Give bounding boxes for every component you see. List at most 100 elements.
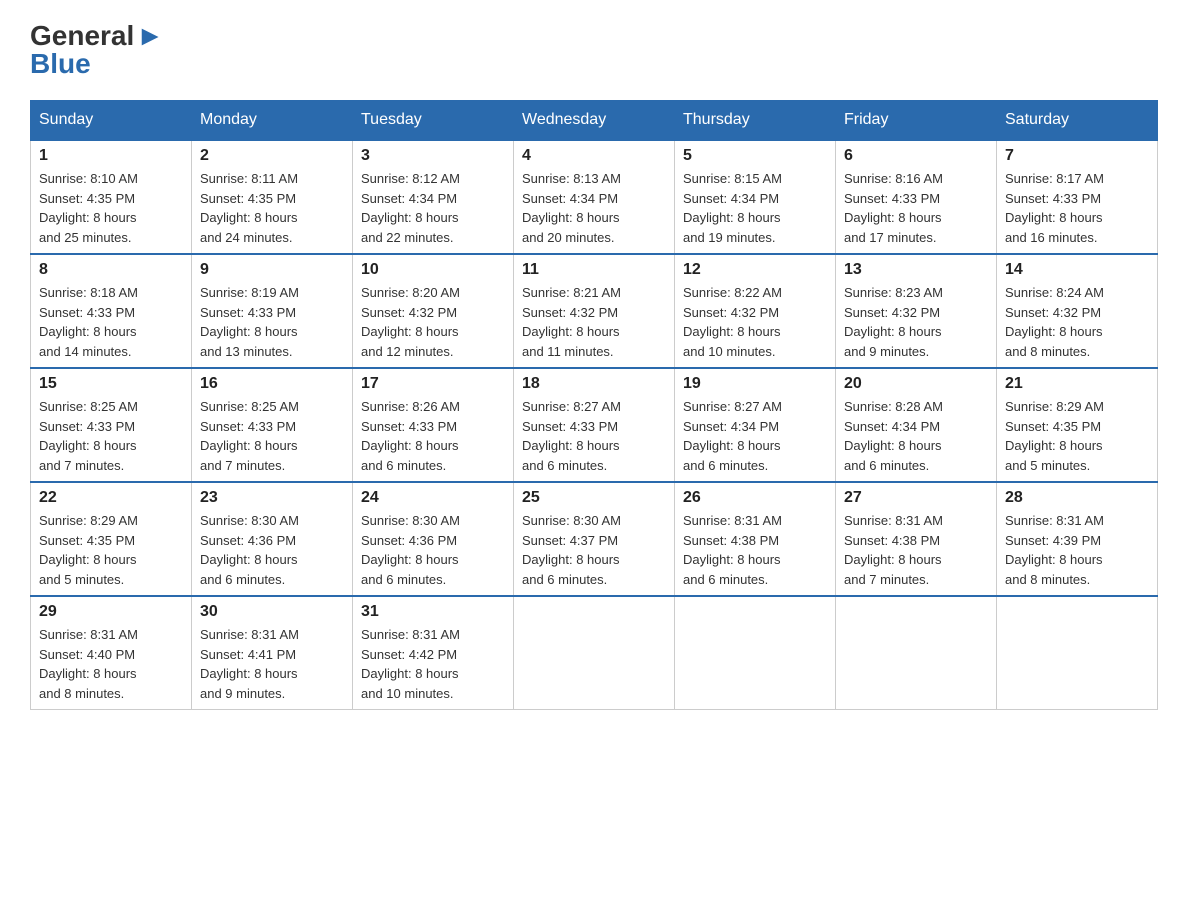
day-header-sunday: Sunday xyxy=(31,101,192,141)
day-number: 28 xyxy=(1005,489,1149,507)
table-row: 13 Sunrise: 8:23 AM Sunset: 4:32 PM Dayl… xyxy=(836,254,997,368)
day-info: Sunrise: 8:13 AM Sunset: 4:34 PM Dayligh… xyxy=(522,169,666,247)
day-info: Sunrise: 8:31 AM Sunset: 4:40 PM Dayligh… xyxy=(39,625,183,703)
day-number: 22 xyxy=(39,489,183,507)
table-row: 14 Sunrise: 8:24 AM Sunset: 4:32 PM Dayl… xyxy=(997,254,1158,368)
day-info: Sunrise: 8:24 AM Sunset: 4:32 PM Dayligh… xyxy=(1005,283,1149,361)
table-row: 31 Sunrise: 8:31 AM Sunset: 4:42 PM Dayl… xyxy=(353,596,514,710)
logo-arrow-icon: ► xyxy=(136,20,164,52)
day-info: Sunrise: 8:27 AM Sunset: 4:33 PM Dayligh… xyxy=(522,397,666,475)
table-row: 8 Sunrise: 8:18 AM Sunset: 4:33 PM Dayli… xyxy=(31,254,192,368)
day-info: Sunrise: 8:26 AM Sunset: 4:33 PM Dayligh… xyxy=(361,397,505,475)
day-info: Sunrise: 8:28 AM Sunset: 4:34 PM Dayligh… xyxy=(844,397,988,475)
table-row: 3 Sunrise: 8:12 AM Sunset: 4:34 PM Dayli… xyxy=(353,140,514,254)
day-info: Sunrise: 8:11 AM Sunset: 4:35 PM Dayligh… xyxy=(200,169,344,247)
day-number: 25 xyxy=(522,489,666,507)
day-header-friday: Friday xyxy=(836,101,997,141)
day-number: 8 xyxy=(39,261,183,279)
day-header-monday: Monday xyxy=(192,101,353,141)
day-info: Sunrise: 8:31 AM Sunset: 4:41 PM Dayligh… xyxy=(200,625,344,703)
table-row: 7 Sunrise: 8:17 AM Sunset: 4:33 PM Dayli… xyxy=(997,140,1158,254)
day-number: 11 xyxy=(522,261,666,279)
day-number: 29 xyxy=(39,603,183,621)
day-info: Sunrise: 8:31 AM Sunset: 4:39 PM Dayligh… xyxy=(1005,511,1149,589)
table-row xyxy=(836,596,997,710)
table-row: 11 Sunrise: 8:21 AM Sunset: 4:32 PM Dayl… xyxy=(514,254,675,368)
day-number: 7 xyxy=(1005,147,1149,165)
day-info: Sunrise: 8:12 AM Sunset: 4:34 PM Dayligh… xyxy=(361,169,505,247)
page-header: General ► Blue xyxy=(30,20,1158,80)
day-number: 1 xyxy=(39,147,183,165)
table-row: 10 Sunrise: 8:20 AM Sunset: 4:32 PM Dayl… xyxy=(353,254,514,368)
day-info: Sunrise: 8:18 AM Sunset: 4:33 PM Dayligh… xyxy=(39,283,183,361)
table-row: 30 Sunrise: 8:31 AM Sunset: 4:41 PM Dayl… xyxy=(192,596,353,710)
table-row: 1 Sunrise: 8:10 AM Sunset: 4:35 PM Dayli… xyxy=(31,140,192,254)
day-number: 21 xyxy=(1005,375,1149,393)
table-row: 15 Sunrise: 8:25 AM Sunset: 4:33 PM Dayl… xyxy=(31,368,192,482)
day-number: 24 xyxy=(361,489,505,507)
table-row: 5 Sunrise: 8:15 AM Sunset: 4:34 PM Dayli… xyxy=(675,140,836,254)
table-row: 6 Sunrise: 8:16 AM Sunset: 4:33 PM Dayli… xyxy=(836,140,997,254)
day-header-wednesday: Wednesday xyxy=(514,101,675,141)
table-row: 17 Sunrise: 8:26 AM Sunset: 4:33 PM Dayl… xyxy=(353,368,514,482)
day-info: Sunrise: 8:21 AM Sunset: 4:32 PM Dayligh… xyxy=(522,283,666,361)
day-number: 30 xyxy=(200,603,344,621)
table-row: 19 Sunrise: 8:27 AM Sunset: 4:34 PM Dayl… xyxy=(675,368,836,482)
table-row: 27 Sunrise: 8:31 AM Sunset: 4:38 PM Dayl… xyxy=(836,482,997,596)
table-row xyxy=(675,596,836,710)
table-row: 22 Sunrise: 8:29 AM Sunset: 4:35 PM Dayl… xyxy=(31,482,192,596)
day-info: Sunrise: 8:30 AM Sunset: 4:36 PM Dayligh… xyxy=(200,511,344,589)
day-number: 5 xyxy=(683,147,827,165)
day-info: Sunrise: 8:16 AM Sunset: 4:33 PM Dayligh… xyxy=(844,169,988,247)
day-info: Sunrise: 8:23 AM Sunset: 4:32 PM Dayligh… xyxy=(844,283,988,361)
day-number: 18 xyxy=(522,375,666,393)
day-info: Sunrise: 8:29 AM Sunset: 4:35 PM Dayligh… xyxy=(1005,397,1149,475)
table-row: 18 Sunrise: 8:27 AM Sunset: 4:33 PM Dayl… xyxy=(514,368,675,482)
days-header-row: SundayMondayTuesdayWednesdayThursdayFrid… xyxy=(31,101,1158,141)
day-info: Sunrise: 8:31 AM Sunset: 4:38 PM Dayligh… xyxy=(683,511,827,589)
day-number: 16 xyxy=(200,375,344,393)
week-row-5: 29 Sunrise: 8:31 AM Sunset: 4:40 PM Dayl… xyxy=(31,596,1158,710)
day-number: 15 xyxy=(39,375,183,393)
day-number: 12 xyxy=(683,261,827,279)
day-info: Sunrise: 8:30 AM Sunset: 4:37 PM Dayligh… xyxy=(522,511,666,589)
table-row: 20 Sunrise: 8:28 AM Sunset: 4:34 PM Dayl… xyxy=(836,368,997,482)
day-info: Sunrise: 8:30 AM Sunset: 4:36 PM Dayligh… xyxy=(361,511,505,589)
table-row: 28 Sunrise: 8:31 AM Sunset: 4:39 PM Dayl… xyxy=(997,482,1158,596)
day-number: 4 xyxy=(522,147,666,165)
day-info: Sunrise: 8:19 AM Sunset: 4:33 PM Dayligh… xyxy=(200,283,344,361)
day-info: Sunrise: 8:10 AM Sunset: 4:35 PM Dayligh… xyxy=(39,169,183,247)
day-number: 17 xyxy=(361,375,505,393)
week-row-2: 8 Sunrise: 8:18 AM Sunset: 4:33 PM Dayli… xyxy=(31,254,1158,368)
table-row: 25 Sunrise: 8:30 AM Sunset: 4:37 PM Dayl… xyxy=(514,482,675,596)
day-number: 9 xyxy=(200,261,344,279)
day-info: Sunrise: 8:31 AM Sunset: 4:42 PM Dayligh… xyxy=(361,625,505,703)
day-header-tuesday: Tuesday xyxy=(353,101,514,141)
table-row xyxy=(997,596,1158,710)
day-number: 13 xyxy=(844,261,988,279)
day-number: 20 xyxy=(844,375,988,393)
table-row: 21 Sunrise: 8:29 AM Sunset: 4:35 PM Dayl… xyxy=(997,368,1158,482)
day-info: Sunrise: 8:27 AM Sunset: 4:34 PM Dayligh… xyxy=(683,397,827,475)
day-header-thursday: Thursday xyxy=(675,101,836,141)
table-row: 16 Sunrise: 8:25 AM Sunset: 4:33 PM Dayl… xyxy=(192,368,353,482)
day-info: Sunrise: 8:17 AM Sunset: 4:33 PM Dayligh… xyxy=(1005,169,1149,247)
table-row: 26 Sunrise: 8:31 AM Sunset: 4:38 PM Dayl… xyxy=(675,482,836,596)
calendar-table: SundayMondayTuesdayWednesdayThursdayFrid… xyxy=(30,100,1158,710)
week-row-4: 22 Sunrise: 8:29 AM Sunset: 4:35 PM Dayl… xyxy=(31,482,1158,596)
table-row: 23 Sunrise: 8:30 AM Sunset: 4:36 PM Dayl… xyxy=(192,482,353,596)
day-number: 26 xyxy=(683,489,827,507)
day-info: Sunrise: 8:20 AM Sunset: 4:32 PM Dayligh… xyxy=(361,283,505,361)
logo-blue-text: Blue xyxy=(30,48,91,80)
day-number: 6 xyxy=(844,147,988,165)
logo: General ► Blue xyxy=(30,20,164,80)
day-number: 10 xyxy=(361,261,505,279)
table-row: 12 Sunrise: 8:22 AM Sunset: 4:32 PM Dayl… xyxy=(675,254,836,368)
day-number: 3 xyxy=(361,147,505,165)
day-info: Sunrise: 8:31 AM Sunset: 4:38 PM Dayligh… xyxy=(844,511,988,589)
day-number: 27 xyxy=(844,489,988,507)
day-number: 23 xyxy=(200,489,344,507)
week-row-1: 1 Sunrise: 8:10 AM Sunset: 4:35 PM Dayli… xyxy=(31,140,1158,254)
table-row: 29 Sunrise: 8:31 AM Sunset: 4:40 PM Dayl… xyxy=(31,596,192,710)
day-info: Sunrise: 8:25 AM Sunset: 4:33 PM Dayligh… xyxy=(39,397,183,475)
